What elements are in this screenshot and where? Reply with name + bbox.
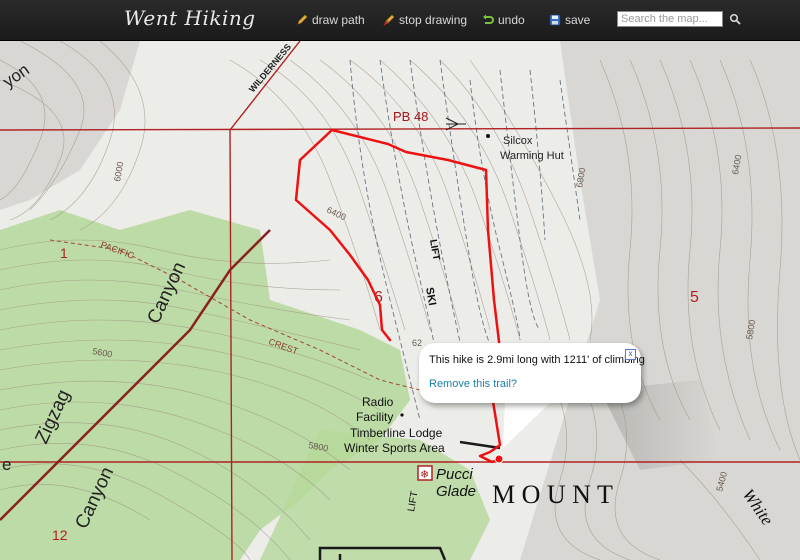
- label-pucci: Pucci: [436, 466, 473, 483]
- label-section-12: 12: [52, 527, 68, 543]
- stop-drawing-label: stop drawing: [399, 13, 468, 27]
- search-input[interactable]: [617, 11, 723, 27]
- trail-info-message: This hike is 2.9mi long with 1211' of cl…: [429, 354, 645, 366]
- svg-text:❄: ❄: [420, 468, 429, 481]
- top-toolbar: Went Hiking draw path stop drawing undo …: [0, 0, 800, 41]
- pencil-icon: [297, 14, 308, 25]
- label-mount: M O U N T: [492, 480, 613, 509]
- label-warming-hut: Warming Hut: [500, 150, 564, 162]
- floppy-disk-icon: [549, 14, 561, 26]
- label-timberline: Timberline Lodge: [350, 426, 443, 440]
- label-frag-e: e: [2, 455, 11, 474]
- undo-button[interactable]: undo: [482, 12, 525, 28]
- label-silcox: Silcox: [503, 135, 533, 147]
- draw-path-label: draw path: [312, 13, 365, 27]
- label-winter-sports: Winter Sports Area: [344, 441, 445, 455]
- save-button[interactable]: save: [549, 12, 590, 28]
- popup-tail: [503, 400, 553, 448]
- label-pb48: PB 48: [393, 109, 428, 124]
- stop-pencil-icon: [383, 14, 395, 26]
- app-logo[interactable]: Went Hiking: [124, 6, 256, 30]
- label-facility: Facility: [356, 410, 393, 424]
- trail-info-popup: This hike is 2.9mi long with 1211' of cl…: [419, 343, 645, 403]
- remove-trail-link[interactable]: Remove this trail?: [429, 378, 517, 390]
- undo-label: undo: [498, 13, 525, 27]
- label-section-1: 1: [60, 245, 68, 261]
- stop-drawing-button[interactable]: stop drawing: [383, 12, 467, 28]
- trail-end-marker[interactable]: [494, 454, 504, 464]
- undo-icon: [483, 14, 494, 24]
- label-frag-62: 62: [412, 338, 422, 348]
- close-icon[interactable]: x: [625, 349, 636, 360]
- label-glade: Glade: [436, 483, 476, 500]
- topographic-map[interactable]: WILDERNESS PB 48 Silcox Warming Hut 6000…: [0, 41, 800, 560]
- label-radio: Radio: [362, 395, 394, 409]
- search-icon[interactable]: [729, 13, 741, 25]
- draw-path-button[interactable]: draw path: [296, 12, 365, 28]
- label-section-5: 5: [690, 289, 699, 306]
- save-label: save: [565, 13, 591, 27]
